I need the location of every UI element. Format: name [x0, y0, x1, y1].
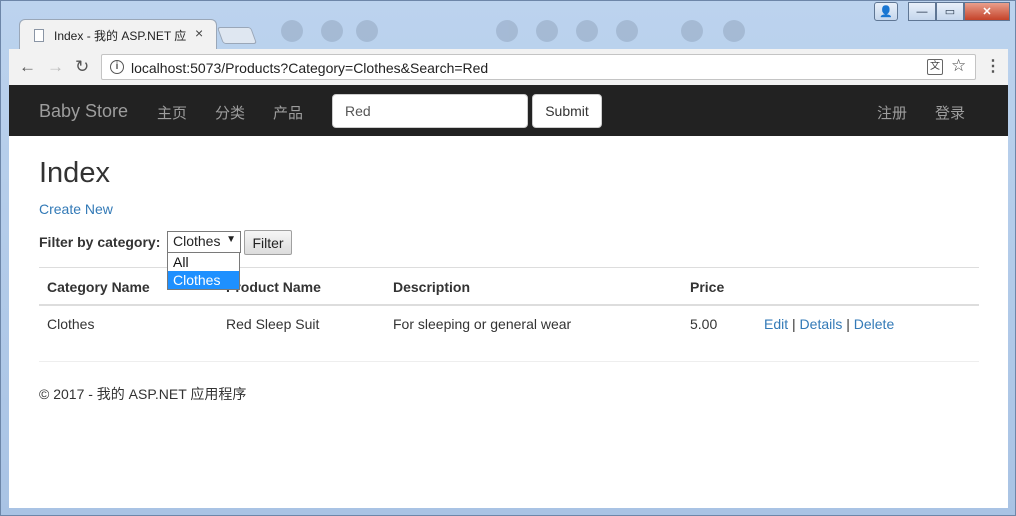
- address-bar[interactable]: i localhost:5073/Products?Category=Cloth…: [101, 54, 976, 80]
- new-tab-button[interactable]: [216, 27, 258, 44]
- forward-icon[interactable]: →: [47, 57, 64, 77]
- details-link[interactable]: Details: [800, 316, 843, 332]
- filter-button[interactable]: Filter: [244, 230, 292, 255]
- header-category-name: Category Name: [47, 279, 150, 295]
- address-bar-row: ← → ↻ i localhost:5073/Products?Category…: [9, 49, 1008, 85]
- category-dropdown-list: All Clothes: [167, 252, 240, 290]
- close-window-button[interactable]: ✕: [964, 2, 1010, 21]
- site-navbar: Baby Store 主页 分类 产品 Submit 注册 登录: [9, 85, 1008, 136]
- cell-category: Clothes: [47, 316, 95, 332]
- minimize-button[interactable]: —: [908, 2, 936, 21]
- toolbar-ghost-icon: [681, 20, 703, 42]
- toolbar-ghost-icon: [576, 20, 598, 42]
- brand-link[interactable]: Baby Store: [39, 101, 128, 122]
- cell-description: For sleeping or general wear: [393, 316, 572, 332]
- toolbar-ghost-icon: [496, 20, 518, 42]
- tab-title: Index - 我的 ASP.NET 应: [54, 29, 187, 43]
- create-new-link[interactable]: Create New: [39, 201, 113, 217]
- nav-link-products[interactable]: 产品: [273, 102, 303, 123]
- translate-icon[interactable]: 文: [927, 59, 943, 75]
- toolbar-ghost-icon: [536, 20, 558, 42]
- url-text[interactable]: localhost:5073/Products?Category=Clothes…: [131, 60, 488, 76]
- browser-window: Index - 我的 ASP.NET 应 × 👤 — ▭ ✕ ← → ↻ i l…: [0, 0, 1016, 516]
- header-product-name: Product Name: [226, 279, 321, 295]
- table-divider: [39, 304, 979, 306]
- category-selected-value: Clothes: [173, 233, 221, 249]
- category-option-all[interactable]: All: [168, 253, 239, 271]
- header-price: Price: [690, 279, 725, 295]
- footer-divider: [39, 361, 979, 362]
- page-title: Index: [39, 157, 110, 189]
- action-separator: |: [846, 316, 854, 332]
- toolbar-ghost-icon: [281, 20, 303, 42]
- cell-price: 5.00: [690, 316, 718, 332]
- toolbar-ghost-icon: [616, 20, 638, 42]
- nav-link-home[interactable]: 主页: [157, 102, 187, 123]
- back-icon[interactable]: ←: [19, 57, 36, 77]
- toolbar-ghost-icon: [723, 20, 745, 42]
- profile-icon[interactable]: 👤: [874, 2, 898, 21]
- info-icon[interactable]: i: [110, 60, 124, 74]
- search-input[interactable]: [332, 94, 528, 128]
- category-select[interactable]: Clothes ▼: [167, 231, 241, 253]
- tab-close-icon[interactable]: ×: [195, 25, 203, 41]
- title-bar: Index - 我的 ASP.NET 应 × 👤 — ▭ ✕: [1, 1, 1015, 49]
- cell-actions: Edit | Details | Delete: [764, 316, 894, 332]
- cell-product: Red Sleep Suit: [226, 316, 320, 332]
- page-viewport: Baby Store 主页 分类 产品 Submit 注册 登录 Index C…: [9, 85, 1008, 508]
- category-option-clothes[interactable]: Clothes: [168, 271, 239, 289]
- browser-menu-icon[interactable]: ⋮: [985, 56, 1001, 76]
- background-toolbar: [271, 17, 771, 45]
- filter-label: Filter by category:: [39, 234, 161, 250]
- maximize-button[interactable]: ▭: [936, 2, 964, 21]
- nav-link-login[interactable]: 登录: [935, 102, 965, 123]
- toolbar-ghost-icon: [356, 20, 378, 42]
- footer-text: © 2017 - 我的 ASP.NET 应用程序: [39, 386, 247, 402]
- delete-link[interactable]: Delete: [854, 316, 894, 332]
- submit-button[interactable]: Submit: [532, 94, 602, 128]
- edit-link[interactable]: Edit: [764, 316, 788, 332]
- browser-tab[interactable]: Index - 我的 ASP.NET 应 ×: [19, 19, 217, 49]
- action-separator: |: [792, 316, 800, 332]
- bookmark-star-icon[interactable]: ☆: [951, 56, 966, 76]
- nav-link-register[interactable]: 注册: [877, 102, 907, 123]
- toolbar-ghost-icon: [321, 20, 343, 42]
- page-icon: [34, 29, 44, 42]
- nav-link-categories[interactable]: 分类: [215, 102, 245, 123]
- header-description: Description: [393, 279, 471, 295]
- dropdown-arrow-icon: ▼: [226, 234, 236, 245]
- reload-icon[interactable]: ↻: [75, 57, 89, 77]
